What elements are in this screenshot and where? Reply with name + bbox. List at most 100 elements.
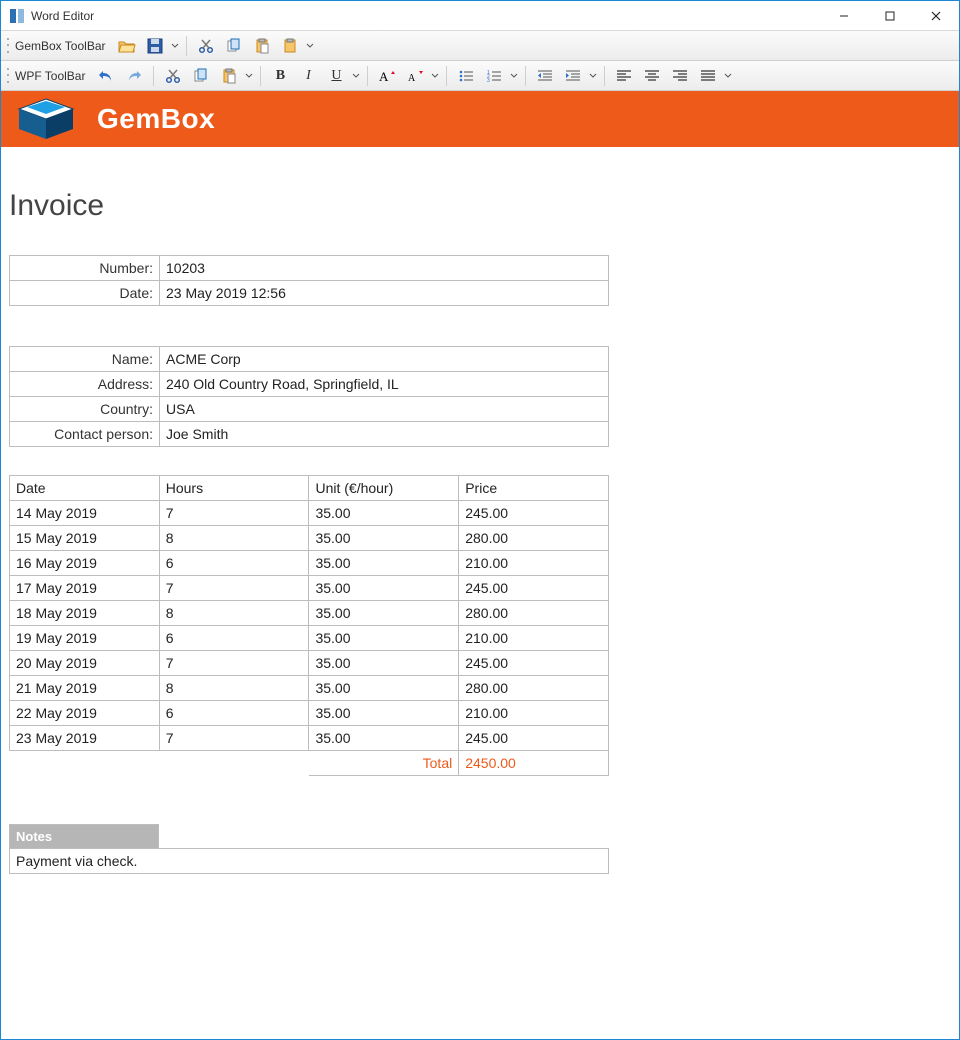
paste-button[interactable] [249,34,275,58]
table-row: 19 May 2019635.00210.00 [10,626,609,651]
cell-price: 280.00 [459,601,609,626]
brand-name: GemBox [97,103,215,135]
bold-icon: B [276,68,285,84]
paste-dropdown-icon[interactable] [244,72,254,80]
copy-button[interactable] [221,34,247,58]
close-button[interactable] [913,1,959,31]
cell-date: 15 May 2019 [10,526,160,551]
cell-date: 18 May 2019 [10,601,160,626]
align-center-button[interactable] [639,64,665,88]
field-label: Date: [10,281,160,306]
cell-hours: 7 [159,501,309,526]
cell-hours: 7 [159,726,309,751]
cell-unit: 35.00 [309,551,459,576]
maximize-button[interactable] [867,1,913,31]
cell-date: 17 May 2019 [10,576,160,601]
toolbar-grip-icon [5,36,11,56]
font-size-dropdown-icon[interactable] [430,72,440,80]
align-dropdown-icon[interactable] [723,72,733,80]
invoice-header-table: Number:10203Date:23 May 2019 12:56 [9,255,609,306]
save-dropdown-icon[interactable] [170,42,180,50]
open-button[interactable] [114,34,140,58]
cell-unit: 35.00 [309,676,459,701]
table-row: 20 May 2019735.00245.00 [10,651,609,676]
field-label: Contact person: [10,422,160,447]
field-value: 23 May 2019 12:56 [160,281,609,306]
cell-price: 245.00 [459,576,609,601]
field-label: Name: [10,347,160,372]
toolbar-separator [186,36,187,56]
table-row: 17 May 2019735.00245.00 [10,576,609,601]
cell-unit: 35.00 [309,501,459,526]
gembox-toolbar-label: GemBox ToolBar [15,39,106,53]
toolbar-separator [153,66,154,86]
indent-dropdown-icon[interactable] [588,72,598,80]
number-list-button[interactable]: 123 [481,64,507,88]
page-title: Invoice [9,189,951,223]
field-label: Country: [10,397,160,422]
underline-button[interactable]: U [323,64,349,88]
paste-button[interactable] [216,64,242,88]
underline-icon: U [331,68,341,84]
cell-date: 20 May 2019 [10,651,160,676]
table-row: 22 May 2019635.00210.00 [10,701,609,726]
indent-button[interactable] [560,64,586,88]
cell-hours: 8 [159,526,309,551]
table-row: Address:240 Old Country Road, Springfiel… [10,372,609,397]
italic-button[interactable]: I [295,64,321,88]
align-left-button[interactable] [611,64,637,88]
svg-text:A: A [408,73,416,84]
cell-price: 210.00 [459,701,609,726]
line-items-table: DateHoursUnit (€/hour)Price14 May 201973… [9,475,609,776]
undo-button[interactable] [93,64,119,88]
bullet-list-button[interactable] [453,64,479,88]
grow-font-button[interactable]: A [374,64,400,88]
cell-date: 23 May 2019 [10,726,160,751]
paste-special-button[interactable] [277,34,303,58]
list-dropdown-icon[interactable] [509,72,519,80]
table-row: 18 May 2019835.00280.00 [10,601,609,626]
cell-hours: 8 [159,601,309,626]
field-value: Joe Smith [160,422,609,447]
cell-price: 280.00 [459,676,609,701]
italic-icon: I [306,68,311,84]
wpf-toolbar: WPF ToolBar B I U A A [1,61,959,91]
notes-body: Payment via check. [9,848,609,874]
outdent-button[interactable] [532,64,558,88]
cell-unit: 35.00 [309,726,459,751]
toolbar-separator [446,66,447,86]
document-body: Invoice Number:10203Date:23 May 2019 12:… [1,147,959,914]
cell-date: 22 May 2019 [10,701,160,726]
save-button[interactable] [142,34,168,58]
cell-price: 280.00 [459,526,609,551]
underline-dropdown-icon[interactable] [351,72,361,80]
column-header-unit: Unit (€/hour) [309,476,459,501]
column-header-price: Price [459,476,609,501]
toolbar-separator [525,66,526,86]
field-value: ACME Corp [160,347,609,372]
align-right-button[interactable] [667,64,693,88]
table-row: Country:USA [10,397,609,422]
app-icon [9,8,25,24]
cell-price: 210.00 [459,626,609,651]
minimize-button[interactable] [821,1,867,31]
document-area[interactable]: GemBox Invoice Number:10203Date:23 May 2… [1,91,959,1039]
table-row: 21 May 2019835.00280.00 [10,676,609,701]
align-justify-button[interactable] [695,64,721,88]
table-row: 15 May 2019835.00280.00 [10,526,609,551]
total-label: Total [309,751,459,776]
table-row: Date:23 May 2019 12:56 [10,281,609,306]
cell-date: 19 May 2019 [10,626,160,651]
cell-price: 245.00 [459,501,609,526]
field-label: Number: [10,256,160,281]
app-window: Word Editor GemBox ToolBar [0,0,960,1040]
paste-dropdown-icon[interactable] [305,42,315,50]
copy-button[interactable] [188,64,214,88]
cell-unit: 35.00 [309,601,459,626]
window-title: Word Editor [31,9,94,23]
cut-button[interactable] [160,64,186,88]
shrink-font-button[interactable]: A [402,64,428,88]
cut-button[interactable] [193,34,219,58]
bold-button[interactable]: B [267,64,293,88]
redo-button[interactable] [121,64,147,88]
